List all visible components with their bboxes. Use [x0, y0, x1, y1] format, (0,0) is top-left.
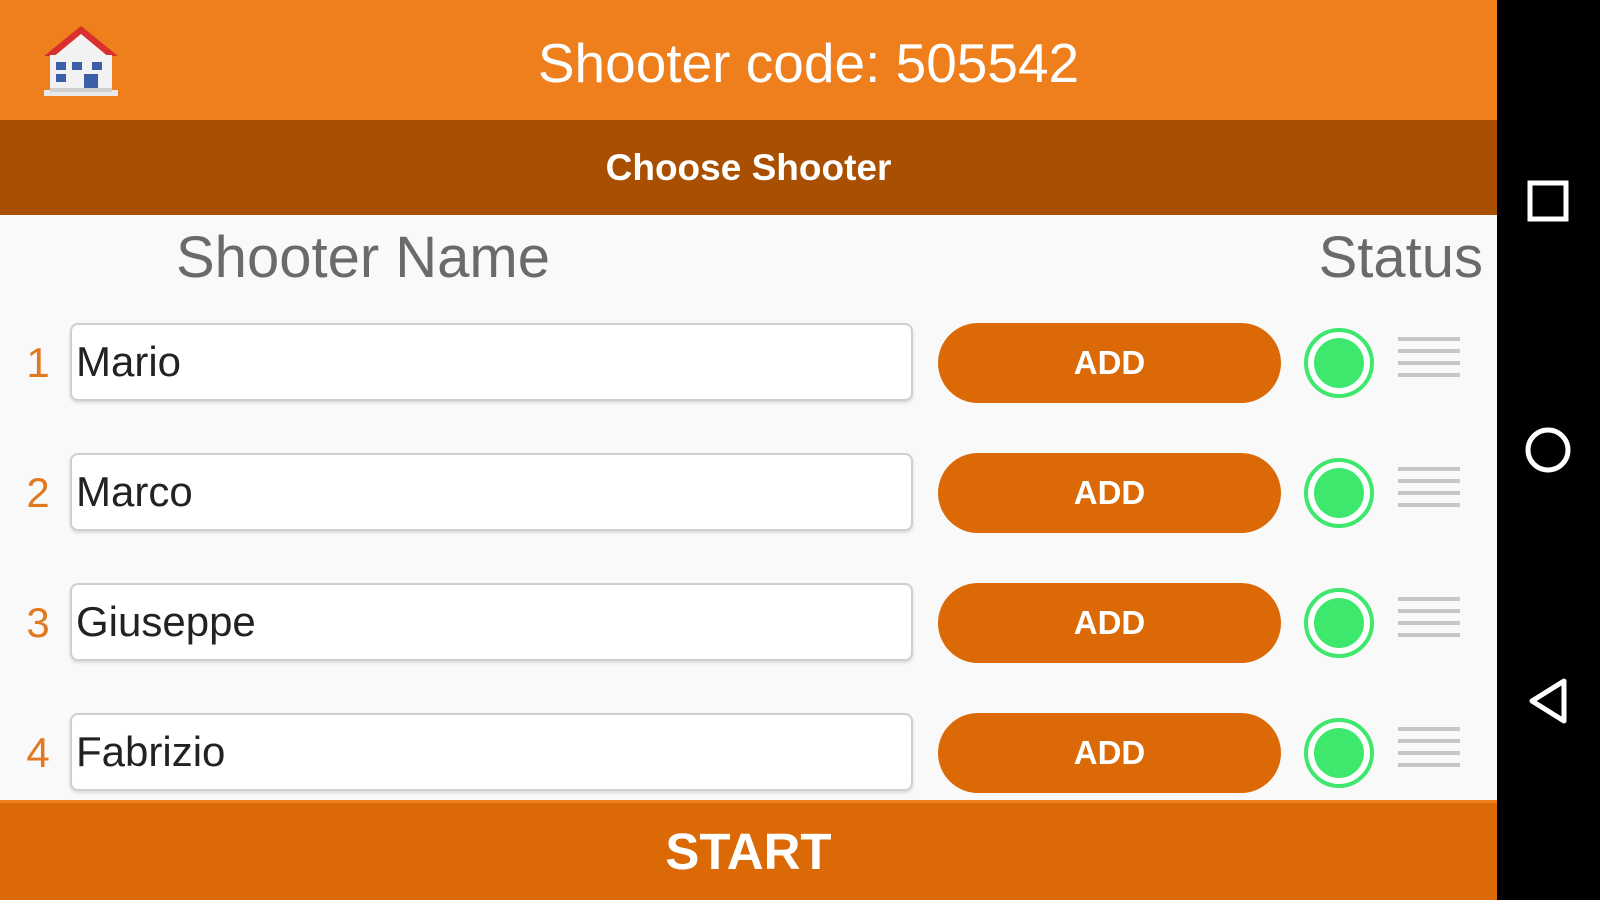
shooter-row: 1 ADD [0, 323, 1497, 403]
shooter-name-input[interactable] [70, 453, 913, 531]
system-navigation-bar [1497, 0, 1600, 900]
status-indicator [1304, 588, 1374, 658]
shooter-name-input[interactable] [70, 583, 913, 661]
add-button[interactable]: ADD [938, 713, 1281, 793]
choose-shooter-heading: Choose Shooter [0, 120, 1497, 215]
status-column-header: Status [1318, 225, 1483, 290]
triangle-back-icon[interactable] [1513, 666, 1583, 736]
add-button[interactable]: ADD [938, 453, 1281, 533]
status-indicator [1304, 718, 1374, 788]
drag-handle-icon[interactable] [1398, 727, 1460, 779]
drag-handle-icon[interactable] [1398, 467, 1460, 519]
shooter-row: 4 ADD [0, 713, 1497, 793]
row-number: 4 [26, 729, 50, 776]
shooter-row: 2 ADD [0, 453, 1497, 533]
shooter-name-column-header: Shooter Name [176, 225, 550, 290]
status-indicator [1304, 458, 1374, 528]
circle-icon[interactable] [1513, 415, 1583, 485]
add-button[interactable]: ADD [938, 323, 1281, 403]
top-app-bar [0, 0, 1497, 120]
app-screen: Shooter code: 505542 Choose Shooter Shoo… [0, 0, 1497, 900]
row-number: 3 [26, 599, 50, 646]
status-indicator [1304, 328, 1374, 398]
row-number: 1 [26, 339, 50, 386]
shooter-name-input[interactable] [70, 323, 913, 401]
shooter-name-input[interactable] [70, 713, 913, 791]
row-number: 2 [26, 469, 50, 516]
drag-handle-icon[interactable] [1398, 337, 1460, 389]
square-icon[interactable] [1513, 166, 1583, 236]
drag-handle-icon[interactable] [1398, 597, 1460, 649]
add-button[interactable]: ADD [938, 583, 1281, 663]
house-icon[interactable] [38, 22, 124, 102]
shooter-row: 3 ADD [0, 583, 1497, 663]
start-button[interactable]: START [0, 800, 1497, 900]
